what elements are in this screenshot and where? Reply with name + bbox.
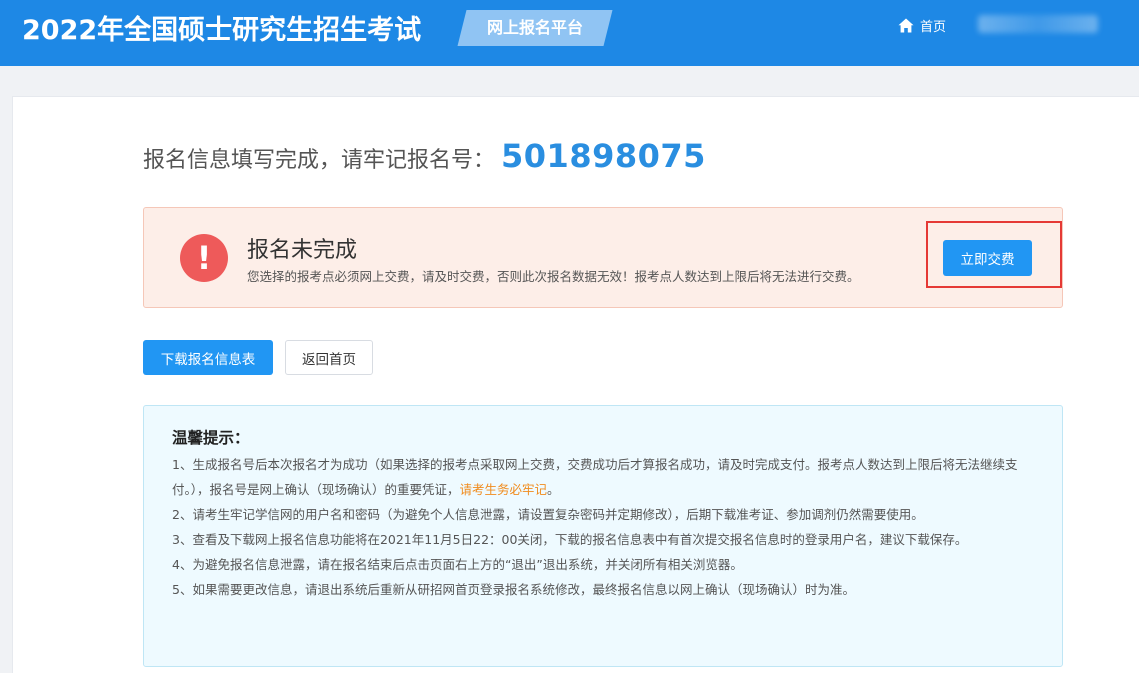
alert-description: 您选择的报考点必须网上交费，请及时交费，否则此次报名数据无效！报考点人数达到上限… — [247, 269, 860, 284]
registration-message: 报名信息填写完成，请牢记报名号： — [143, 148, 496, 173]
tips-item-3: 3、查看及下载网上报名信息功能将在2021年11月5日22：00关闭，下载的报名… — [172, 532, 968, 547]
tips-item-1-end: 。 — [547, 482, 560, 497]
tips-item-1: 1、生成报名号后本次报名才为成功（如果选择的报考点采取网上交费，交费成功后才算报… — [172, 452, 1036, 502]
back-home-button[interactable]: 返回首页 — [285, 340, 373, 375]
top-header: 2022年全国硕士研究生招生考试 网上报名平台 首页 — [0, 0, 1139, 66]
incomplete-alert: ! 报名未完成 您选择的报考点必须网上交费，请及时交费，否则此次报名数据无效！报… — [143, 207, 1063, 308]
tips-item-1-highlight: 请考生务必牢记 — [459, 482, 548, 497]
pay-now-button[interactable]: 立即交费 — [943, 240, 1032, 276]
tips-item-4: 4、为避免报名信息泄露，请在报名结束后点击页面右上方的“退出”退出系统，并关闭所… — [172, 557, 743, 572]
home-link[interactable]: 首页 — [898, 14, 946, 36]
registration-line: 报名信息填写完成，请牢记报名号： 501898075 — [143, 137, 706, 177]
tips-item-5: 5、如果需要更改信息，请退出系统后重新从研招网首页登录报名系统修改，最终报名信息… — [172, 582, 855, 597]
alert-title: 报名未完成 — [247, 238, 358, 263]
registration-number: 501898075 — [501, 137, 706, 175]
exclamation-icon: ! — [180, 234, 228, 282]
tips-item-1-text: 1、生成报名号后本次报名才为成功（如果选择的报考点采取网上交费，交费成功后才算报… — [172, 457, 1018, 497]
platform-badge: 网上报名平台 — [457, 10, 613, 46]
tips-panel: 温馨提示： 1、生成报名号后本次报名才为成功（如果选择的报考点采取网上交费，交费… — [143, 405, 1063, 667]
user-info-redacted — [978, 15, 1098, 33]
main-card: 报名信息填写完成，请牢记报名号： 501898075 ! 报名未完成 您选择的报… — [12, 96, 1139, 673]
home-icon — [898, 18, 914, 32]
download-form-button[interactable]: 下载报名信息表 — [143, 340, 273, 375]
tips-item-2: 2、请考生牢记学信网的用户名和密码（为避免个人信息泄露，请设置复杂密码并定期修改… — [172, 507, 924, 522]
tips-title: 温馨提示： — [172, 429, 250, 447]
home-label[interactable]: 首页 — [920, 16, 946, 35]
site-title: 2022年全国硕士研究生招生考试 — [22, 15, 422, 46]
platform-label: 网上报名平台 — [486, 18, 583, 37]
